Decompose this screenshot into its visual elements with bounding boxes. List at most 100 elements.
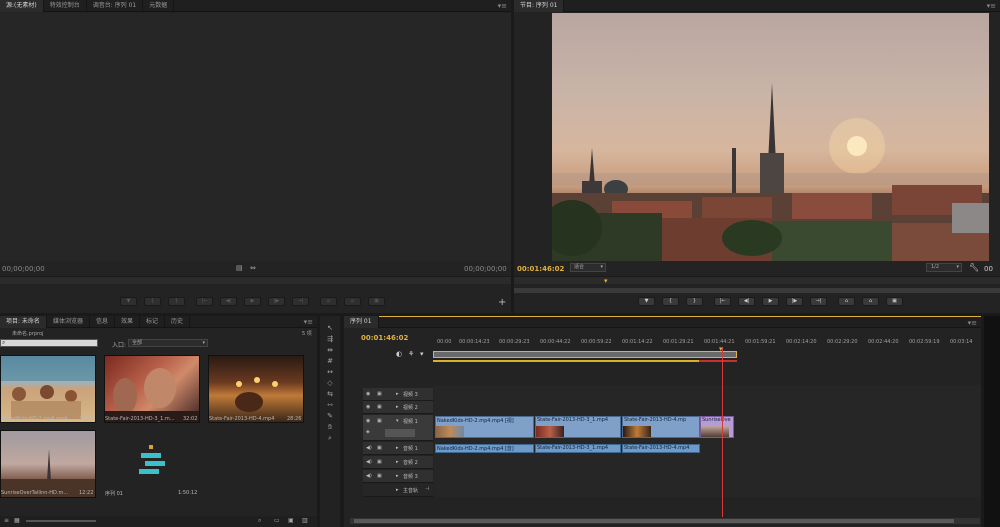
tab-info[interactable]: 信息 — [90, 315, 115, 328]
mark-in-button[interactable]: { — [144, 297, 161, 306]
ripple-edit-tool-icon[interactable]: ⇹ — [324, 346, 336, 356]
add-button-icon[interactable]: + — [498, 297, 506, 308]
add-marker-icon[interactable]: ▾ — [420, 350, 424, 358]
go-to-out-button[interactable]: →| — [810, 297, 827, 306]
panel-menu-icon[interactable]: ▾≡ — [987, 0, 996, 12]
eye-icon[interactable]: ◉ — [366, 404, 370, 410]
lock-icon[interactable]: ▣ — [377, 391, 382, 397]
icon-view-icon[interactable]: ▦ — [14, 517, 20, 524]
program-timecode[interactable]: 00:01:46:02 — [517, 265, 564, 273]
track-header-a3[interactable]: ◀) ▣ ▸ 音频 3 — [363, 470, 433, 483]
track-header-master[interactable]: ▸ 主音轨 ⊣ — [363, 484, 433, 497]
marker-button[interactable]: ▼ — [120, 297, 137, 306]
panel-menu-icon[interactable]: ▾≡ — [304, 316, 313, 328]
marker-button[interactable]: ▼ — [638, 297, 655, 306]
step-back-button[interactable]: ◀| — [220, 297, 237, 306]
sequence-item-thumbnail[interactable] — [104, 430, 200, 498]
rolling-edit-tool-icon[interactable]: # — [324, 357, 336, 367]
step-forward-button[interactable]: |▶ — [786, 297, 803, 306]
lock-icon[interactable]: ▣ — [377, 404, 382, 410]
zoom-select[interactable]: 1/2 ▾ — [926, 263, 962, 272]
project-item-thumbnail[interactable] — [0, 430, 96, 498]
track-header-v3[interactable]: ◉ ▣ ▸ 视频 3 — [363, 388, 433, 401]
playhead-line[interactable] — [722, 347, 723, 517]
timeline-clip-audio[interactable]: State-Fair-2013-HD-4.mp4 — [622, 444, 700, 453]
playhead-marker-icon[interactable]: ▾ — [604, 277, 608, 285]
speaker-icon[interactable]: ◀) — [366, 459, 372, 465]
track-header-v1[interactable]: ◉ ▣ ▾ 视频 1 ◈ — [363, 415, 433, 441]
lift-button[interactable]: ⌂ — [838, 297, 855, 306]
zoom-slider[interactable] — [26, 520, 96, 522]
track-header-v2[interactable]: ◉ ▣ ▸ 视频 2 — [363, 401, 433, 414]
extract-button[interactable]: ⌂ — [862, 297, 879, 306]
collapse-icon[interactable]: ▾ — [396, 418, 399, 424]
tab-media-browser[interactable]: 媒体浏览器 — [47, 315, 90, 328]
overwrite-button[interactable]: ⌂ — [344, 297, 361, 306]
list-view-icon[interactable]: ≡ — [4, 517, 9, 524]
eye-icon[interactable]: ◉ — [366, 418, 370, 424]
expand-icon[interactable]: ▸ — [396, 459, 399, 465]
timeline-clip-video[interactable]: SunriseOve — [700, 416, 734, 438]
timeline-clip-video[interactable]: NakedKids-HD-2.mp4.mp4 [视] — [435, 416, 534, 438]
new-item-icon[interactable]: ▣ — [288, 517, 294, 524]
tab-audio-mixer[interactable]: 调音台: 序列 01 — [87, 0, 144, 12]
step-back-button[interactable]: ◀| — [738, 297, 755, 306]
source-timecode-in[interactable]: 00;00;00;00 — [2, 265, 45, 273]
panel-menu-icon[interactable]: ▾≡ — [498, 0, 507, 12]
tab-metadata[interactable]: 元数据 — [143, 0, 175, 12]
timeline-clip-video[interactable]: State-Fair-2013-HD-3_1.mp4 — [535, 416, 621, 438]
hand-tool-icon[interactable]: ✋︎ — [324, 423, 336, 433]
project-item-thumbnail[interactable] — [0, 355, 96, 423]
work-area-bar[interactable] — [433, 351, 737, 358]
track-select-tool-icon[interactable]: ⇶ — [324, 335, 336, 345]
timeline-clip-audio[interactable]: NakedKids-HD-2.mp4.mp4 [音] — [435, 444, 534, 453]
selection-tool-icon[interactable]: ↖ — [324, 324, 336, 334]
export-frame-button[interactable]: ▣ — [886, 297, 903, 306]
speaker-icon[interactable]: ◀) — [366, 473, 372, 479]
lock-icon[interactable]: ▣ — [377, 418, 382, 424]
tab-project[interactable]: 项目: 未命名 — [0, 315, 47, 328]
track-header-a2[interactable]: ◀) ▣ ▸ 音频 2 — [363, 456, 433, 469]
slip-tool-icon[interactable]: ⇆ — [324, 390, 336, 400]
export-frame-icon[interactable]: ⇔ — [250, 264, 256, 272]
expand-icon[interactable]: ▸ — [396, 445, 399, 451]
track-header-a1[interactable]: ◀) ▣ ▸ 音频 1 — [363, 442, 433, 455]
lock-icon[interactable]: ▣ — [377, 459, 382, 465]
mark-out-button[interactable]: } — [686, 297, 703, 306]
tab-sequence[interactable]: 序列 01 — [344, 316, 379, 328]
rate-stretch-tool-icon[interactable]: ↔ — [324, 368, 336, 378]
play-button[interactable]: ▶ — [244, 297, 261, 306]
playhead-handle-icon[interactable]: ▾ — [719, 345, 723, 353]
link-icon[interactable]: ⚘ — [408, 350, 414, 358]
timeline-clip-video[interactable]: State-Fair-2013-HD-4.mp — [622, 416, 700, 438]
tab-effect-controls[interactable]: 特效控制台 — [44, 0, 87, 12]
fit-select[interactable]: 适合 ▾ — [570, 263, 606, 272]
expand-icon[interactable]: ▸ — [396, 487, 399, 493]
tab-markers[interactable]: 标记 — [140, 315, 165, 328]
tab-history[interactable]: 历史 — [165, 315, 191, 328]
go-to-out-button[interactable]: →| — [292, 297, 309, 306]
razor-tool-icon[interactable]: ◇ — [324, 379, 336, 389]
export-frame-button[interactable]: ▣ — [368, 297, 385, 306]
eye-icon[interactable]: ◉ — [366, 391, 370, 397]
tab-effects[interactable]: 效果 — [115, 315, 140, 328]
expand-icon[interactable]: ▸ — [396, 391, 399, 397]
tab-program[interactable]: 节目: 序列 01 — [514, 0, 565, 12]
mark-in-button[interactable]: { — [662, 297, 679, 306]
new-bin-icon[interactable]: ▭ — [274, 517, 280, 524]
expand-icon[interactable]: ▸ — [396, 473, 399, 479]
go-to-in-button[interactable]: |← — [714, 297, 731, 306]
speaker-icon[interactable]: ◀) — [366, 445, 372, 451]
snap-icon[interactable]: ◐ — [396, 350, 402, 358]
timeline-clip-audio[interactable]: State-Fair-2013-HD-3_1.mp4 — [535, 444, 621, 453]
project-item-thumbnail[interactable] — [208, 355, 304, 423]
project-item-thumbnail[interactable] — [104, 355, 200, 423]
pen-tool-icon[interactable]: ✎ — [324, 412, 336, 422]
slide-tool-icon[interactable]: ⇿ — [324, 401, 336, 411]
settings-icon[interactable]: ▤ — [236, 264, 243, 272]
display-style-select[interactable] — [385, 429, 415, 437]
tab-source[interactable]: 源:(无素材) — [0, 0, 44, 12]
step-forward-button[interactable]: |▶ — [268, 297, 285, 306]
go-to-in-button[interactable]: |← — [196, 297, 213, 306]
mark-out-button[interactable]: } — [168, 297, 185, 306]
